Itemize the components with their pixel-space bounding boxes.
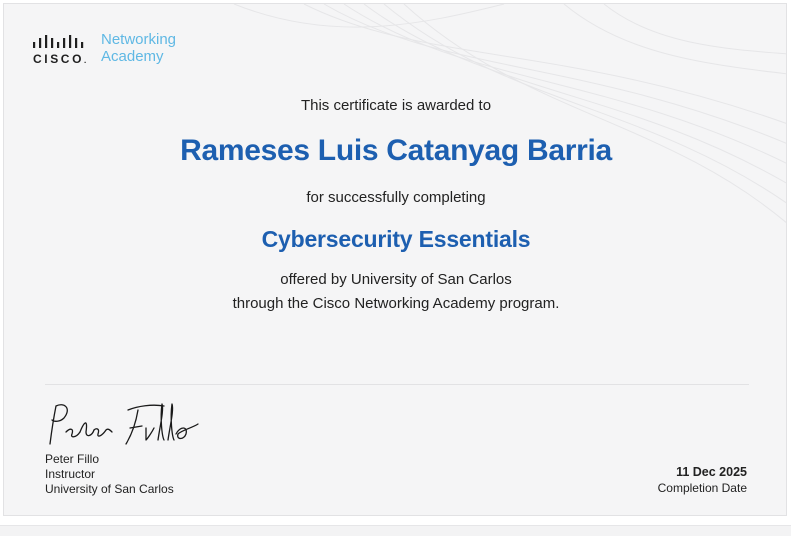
- completion-date-label: Completion Date: [657, 481, 747, 495]
- cisco-wordmark: CISCO.: [33, 52, 87, 66]
- offered-by-line: offered by University of San Carlos: [280, 271, 512, 288]
- program-line: through the Cisco Networking Academy pro…: [232, 295, 560, 312]
- certificate: CISCO. Networking Academy This certifica…: [3, 3, 787, 516]
- signer-institution: University of San Carlos: [45, 482, 174, 496]
- completion-date-block: 11 Dec 2025 Completion Date: [658, 464, 747, 496]
- academy-line-1: Networking: [101, 31, 177, 48]
- signature-image: [49, 403, 199, 445]
- academy-line-2: Academy: [101, 48, 164, 65]
- offered-by-block: offered by University of San Carlos thro…: [4, 268, 786, 316]
- cisco-networking-academy-logo: CISCO. Networking Academy: [32, 30, 212, 70]
- awarded-text: This certificate is awarded to: [300, 97, 492, 114]
- signer-block: Peter Fillo Instructor University of San…: [45, 452, 174, 497]
- cisco-bars-icon: [33, 35, 84, 48]
- course-title: Cybersecurity Essentials: [261, 226, 531, 252]
- recipient-name: Rameses Luis Catanyag Barria: [180, 134, 612, 167]
- academy-wordmark: Networking Academy: [101, 31, 176, 65]
- page-bottom-strip: [0, 525, 791, 536]
- signer-role: Instructor: [45, 467, 96, 481]
- divider: [45, 384, 749, 385]
- completion-date: 11 Dec 2025: [676, 465, 747, 479]
- completing-text: for successfully completing: [306, 189, 486, 206]
- signer-name: Peter Fillo: [45, 452, 100, 466]
